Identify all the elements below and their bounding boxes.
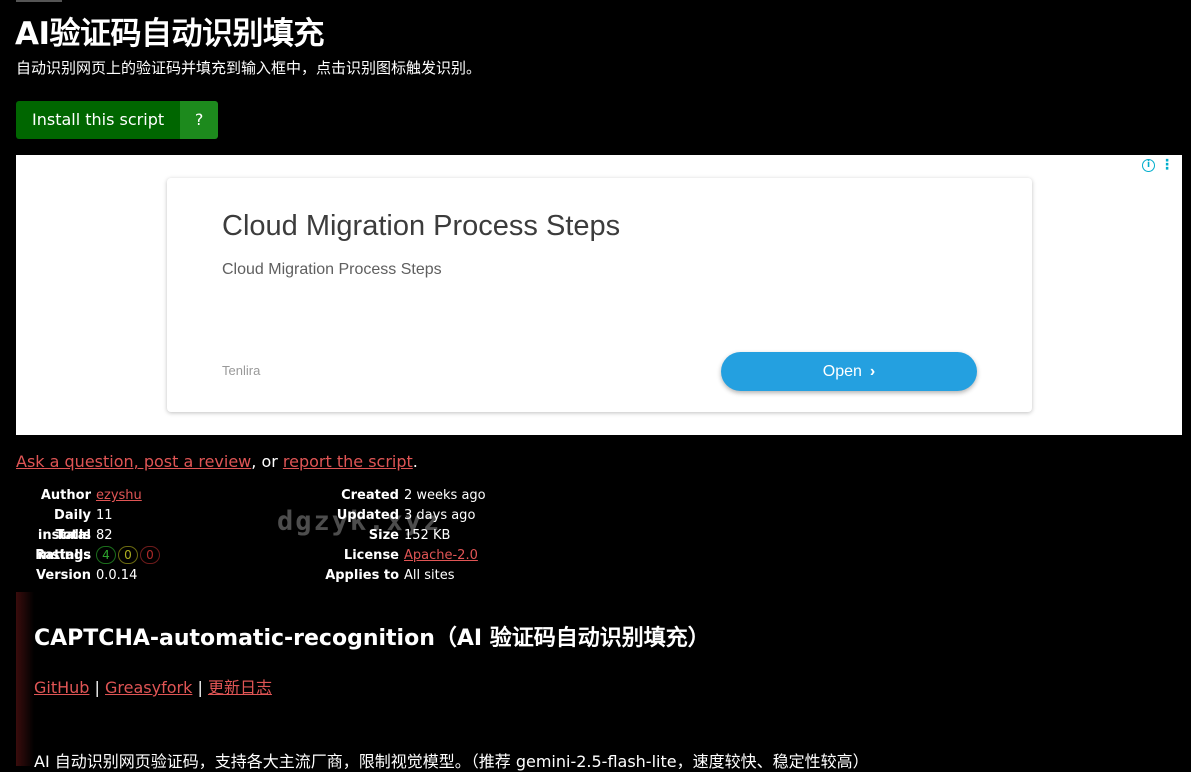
- install-script-button[interactable]: Install this script: [16, 101, 181, 139]
- meta-label: Daily installs: [37, 508, 91, 543]
- rating-ok-count: 0: [118, 546, 138, 564]
- watermark: dgzyk.xyz: [277, 506, 442, 537]
- top-divider: [16, 0, 62, 2]
- script-readme: CAPTCHA-automatic-recognition（AI 验证码自动识别…: [16, 592, 1191, 771]
- page-title: AI验证码自动识别填充: [15, 16, 325, 52]
- meta-value: 82: [96, 528, 113, 543]
- meta-label: Applies to: [325, 568, 399, 583]
- meta-ratings: Ratings 400: [16, 546, 162, 566]
- install-button-group: Install this script ?: [16, 101, 219, 139]
- ad-headline[interactable]: Cloud Migration Process Steps: [222, 210, 620, 243]
- meta-label: Created: [341, 488, 399, 503]
- script-meta-left: Author ezyshu Daily installs 11 Total in…: [16, 486, 162, 586]
- readme-description: AI 自动识别网页验证码，支持各大主流厂商，限制视觉模型。（推荐 gemini-…: [34, 752, 869, 771]
- license-link[interactable]: Apache-2.0: [404, 548, 478, 563]
- meta-value: All sites: [404, 568, 455, 583]
- meta-value: 0.0.14: [96, 568, 138, 583]
- feedback-separator: , or: [251, 452, 283, 471]
- meta-applies-to: Applies to All sites: [316, 566, 486, 586]
- link-separator: |: [197, 678, 203, 697]
- ad-advertiser: Tenlira: [222, 363, 261, 378]
- info-icon[interactable]: i: [1142, 158, 1155, 172]
- ad-choices[interactable]: i ⋮: [1142, 158, 1174, 172]
- meta-value: 11: [96, 508, 113, 523]
- page-subtitle: 自动识别网页上的验证码并填充到输入框中，点击识别图标触发识别。: [16, 59, 482, 77]
- meta-label: Ratings: [35, 548, 91, 563]
- feedback-end: .: [412, 452, 418, 471]
- meta-value: 2 weeks ago: [404, 488, 486, 503]
- install-help-button[interactable]: ?: [180, 101, 219, 139]
- meta-total-installs: Total installs 82: [16, 526, 162, 563]
- link-separator: |: [94, 678, 100, 697]
- greasyfork-link[interactable]: Greasyfork: [105, 678, 192, 697]
- ask-question-link[interactable]: Ask a question, post a review: [16, 452, 251, 471]
- meta-version: Version 0.0.14: [16, 566, 162, 586]
- rating-bad-count: 0: [140, 546, 160, 564]
- chevron-right-icon: ›: [869, 362, 876, 380]
- advertisement: i ⋮ Cloud Migration Process Steps Cloud …: [16, 155, 1182, 435]
- meta-label: Author: [40, 488, 91, 503]
- meta-author: Author ezyshu: [16, 486, 162, 506]
- ad-open-label: Open: [822, 362, 862, 380]
- meta-label: License: [343, 548, 399, 563]
- report-script-link[interactable]: report the script: [283, 452, 413, 471]
- author-link[interactable]: ezyshu: [96, 488, 142, 503]
- github-link[interactable]: GitHub: [34, 678, 89, 697]
- meta-label: Total installs: [37, 528, 91, 563]
- meta-label: Version: [36, 568, 91, 583]
- kebab-menu-icon[interactable]: ⋮: [1160, 158, 1174, 172]
- readme-links: GitHub | Greasyfork | 更新日志: [34, 674, 272, 698]
- ad-open-button[interactable]: Open ›: [721, 352, 977, 391]
- ad-description: Cloud Migration Process Steps: [222, 261, 442, 278]
- readme-title: CAPTCHA-automatic-recognition（AI 验证码自动识别…: [34, 626, 710, 651]
- changelog-link[interactable]: 更新日志: [208, 678, 272, 697]
- ad-card[interactable]: Cloud Migration Process Steps Cloud Migr…: [167, 178, 1032, 412]
- feedback-links: Ask a question, post a review, or report…: [16, 452, 418, 472]
- meta-daily-installs: Daily installs 11: [16, 506, 162, 543]
- rating-good-count: 4: [96, 546, 116, 564]
- meta-created: Created 2 weeks ago: [316, 486, 486, 506]
- meta-license: License Apache-2.0: [316, 546, 486, 566]
